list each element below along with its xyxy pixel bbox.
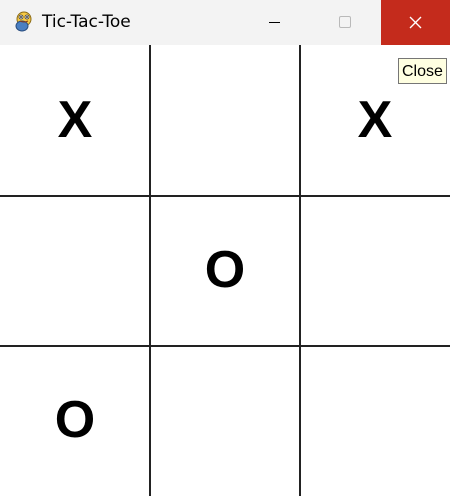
board-cell-2[interactable]	[150, 45, 300, 195]
grid-line-horizontal	[0, 195, 450, 197]
board-cell-5[interactable]: O	[150, 195, 300, 345]
board-cell-7[interactable]: O	[0, 345, 150, 495]
close-button[interactable]	[381, 0, 450, 45]
close-icon	[409, 16, 422, 29]
maximize-button[interactable]	[310, 0, 380, 45]
board-cell-1[interactable]: X	[0, 45, 150, 195]
minimize-button[interactable]	[240, 0, 310, 45]
grid-line-vertical	[299, 45, 301, 496]
grid-line-horizontal	[0, 345, 450, 347]
board-cell-8[interactable]	[150, 345, 300, 495]
title-bar[interactable]: Tic-Tac-Toe	[0, 0, 450, 45]
board-cell-4[interactable]	[0, 195, 150, 345]
board-cell-6[interactable]	[300, 195, 450, 345]
minimize-icon	[269, 22, 280, 23]
close-tooltip: Close	[398, 58, 447, 84]
window-title: Tic-Tac-Toe	[42, 12, 131, 32]
game-board: X X O O	[0, 45, 450, 496]
board-cell-9[interactable]	[300, 345, 450, 495]
game-window: Tic-Tac-Toe X X O O Close	[0, 0, 450, 496]
grid-line-vertical	[149, 45, 151, 496]
pygame-snake-icon	[12, 10, 36, 34]
maximize-icon	[339, 16, 351, 28]
